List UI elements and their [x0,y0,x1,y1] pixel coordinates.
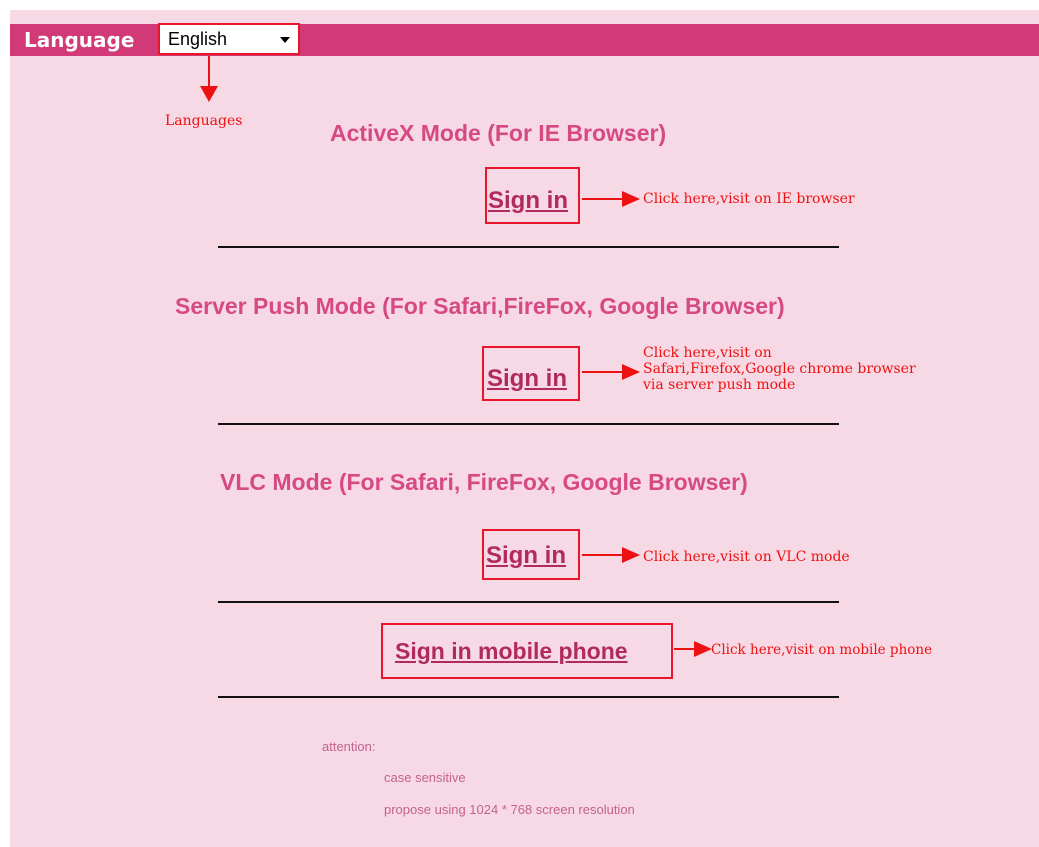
language-select[interactable]: English [158,23,300,55]
mobile-sign-in-link[interactable]: Sign in mobile phone [395,638,628,665]
language-select-value: English [168,29,228,49]
resolution-note: propose using 1024 * 768 screen resoluti… [384,802,635,817]
vlc-sign-in-link[interactable]: Sign in [486,542,566,570]
arrow-down-icon [200,56,218,102]
arrow-right-icon [582,364,640,380]
divider [218,423,839,425]
divider [218,601,839,603]
chevron-down-icon [280,37,290,43]
activex-mode-title: ActiveX Mode (For IE Browser) [330,120,667,146]
mobile-annotation: Click here,visit on mobile phone [711,642,933,658]
vlc-mode-title: VLC Mode (For Safari, FireFox, Google Br… [220,469,748,495]
arrow-right-icon [582,547,640,563]
divider [218,696,839,698]
vlc-annotation: Click here,visit on VLC mode [643,549,850,565]
case-sensitive-note: case sensitive [384,770,466,785]
server-push-annotation: Click here,visit on Safari,Firefox,Googl… [643,345,916,393]
ie-annotation: Click here,visit on IE browser [643,191,855,207]
language-label: Language [24,28,135,52]
server-push-sign-in-link[interactable]: Sign in [487,365,567,393]
attention-label: attention: [322,739,376,754]
arrow-right-icon [582,191,640,207]
divider [218,246,839,248]
languages-annotation: Languages [165,113,243,129]
activex-sign-in-link[interactable]: Sign in [488,187,568,215]
server-push-mode-title: Server Push Mode (For Safari,FireFox, Go… [175,293,785,319]
arrow-right-icon [674,641,712,657]
